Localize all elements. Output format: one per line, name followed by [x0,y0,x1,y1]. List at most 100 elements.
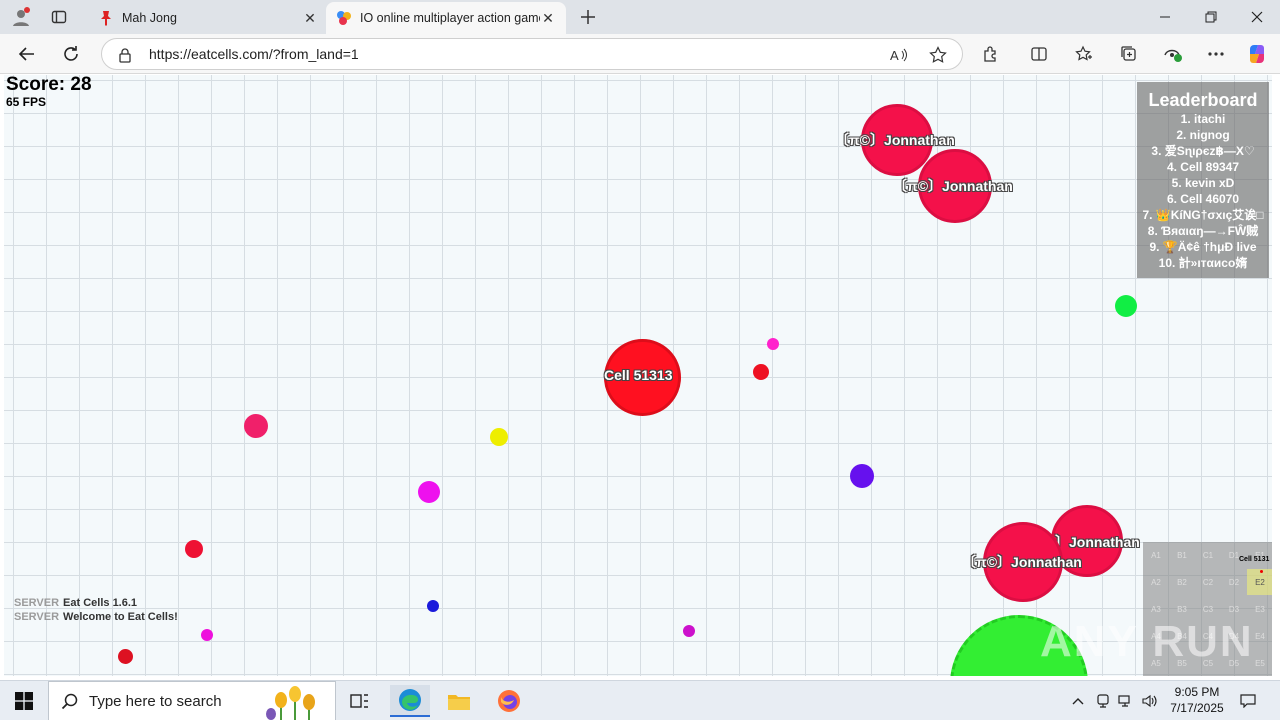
collections-icon[interactable] [1117,42,1141,66]
volume-icon[interactable] [1140,693,1160,709]
more-options-icon[interactable] [1204,42,1228,66]
chat-text: Eat Cells 1.6.1 [63,597,138,609]
chat-text: Welcome to Eat Cells! [63,611,178,623]
enemy-cell-name: 〔π©〕Jonnathan [893,178,1013,194]
minimap-cell: D1 [1228,550,1240,560]
address-bar[interactable]: https://eatcells.com/?from_land=1 A [101,38,963,70]
leaderboard-entry: 1. itachi [1180,112,1226,126]
leaderboard-entry: 10. 計»ıтαиco媠 [1158,256,1248,270]
windows-start-icon[interactable] [0,681,48,720]
extensions-icon[interactable] [979,42,1003,66]
leaderboard-entry: 4. Cell 89347 [1166,160,1240,174]
clock-date: 7/17/2025 [1170,701,1224,715]
screen: Mah Jong ✕ IO online multiplayer action … [0,0,1280,720]
favorites-icon[interactable] [1072,42,1096,66]
leaderboard-entry: 9. 🏆Ä¢ê †hμĐ live [1149,240,1257,254]
enemy-cell-name: 〕Jonnathan [1055,534,1140,550]
minimap-cell: D2 [1228,577,1240,587]
leaderboard-entry: 7. 👑KíNG†σxıç艾诶□ [1142,208,1264,222]
tab-title: Mah Jong [122,11,177,25]
chat-sender: SERVER [14,597,60,609]
tab-io-game[interactable]: IO online multiplayer action game ✕ [326,2,566,34]
food-pellet [244,414,268,438]
taskbar-search-box[interactable]: Type here to search [48,681,336,720]
search-placeholder: Type here to search [89,693,222,710]
profile-icon[interactable] [8,5,34,29]
leaderboard-title: Leaderboard [1148,90,1258,110]
food-pellet [753,364,769,380]
taskbar-clock[interactable]: 9:05 PM 7/17/2025 [1162,684,1232,716]
food-pellet [427,600,439,612]
fps-text: 65 FPS [6,95,47,109]
game-favicon-icon [336,10,352,26]
edge-app-icon[interactable] [390,685,430,717]
read-aloud-icon[interactable]: A [888,45,910,65]
score-text: Score: 28 [6,75,92,95]
search-icon [61,693,79,716]
chat-sender: SERVER [14,611,60,623]
minimap-cell: A1 [1151,550,1161,560]
back-icon[interactable] [12,40,42,68]
browser-toolbar: https://eatcells.com/?from_land=1 A [0,34,1280,74]
taskbar: Type here to search 9:05 PM 7/17/2025 [0,680,1280,720]
browser-tab-bar: Mah Jong ✕ IO online multiplayer action … [0,0,1280,34]
firefox-icon[interactable] [489,685,529,717]
minimap-cell: B1 [1177,550,1187,560]
minimap-player-label: Cell 5131 [1239,556,1270,563]
close-window-icon[interactable] [1234,0,1280,34]
lock-icon[interactable] [118,47,132,68]
food-pellet [490,428,508,446]
leaderboard-panel: Leaderboard 1. itachi 2. nignog 3. 爱Sɳıρ… [1137,82,1269,278]
food-pellet [683,625,695,637]
food-pellet [1115,295,1137,317]
copilot-icon[interactable] [1245,42,1269,66]
leaderboard-entry: 5. kevin xD [1171,176,1235,190]
minimap-cell: E1 [1255,550,1265,560]
minimap-player-dot [1260,570,1263,573]
minimap-cell: C1 [1202,550,1214,560]
enemy-cell-name: 〔π©〕Jonnathan [962,554,1082,570]
watermark-logo: ANY RUN [1040,617,1254,666]
tulip-decoration-icon [261,684,331,720]
restore-icon[interactable] [1188,0,1234,34]
food-pellet [850,464,874,488]
task-view-icon[interactable] [340,685,380,717]
minimap-cell: A2 [1151,577,1161,587]
close-tab-icon[interactable]: ✕ [540,10,556,26]
chat-log: SERVER Eat Cells 1.6.1 SERVER Welcome to E… [14,596,178,624]
leaderboard-entry: 6. Cell 46070 [1166,192,1240,206]
player-cell-name: Cell 51313 [604,367,673,383]
svg-text:A: A [890,48,899,63]
tab-mah-jong[interactable]: Mah Jong [88,2,326,34]
performance-icon[interactable] [1161,42,1185,66]
minimap-cell: B2 [1177,577,1187,587]
leaderboard-entry: 2. nignog [1176,128,1230,142]
leaderboard-entry: 3. 爱Sɳıρєz฿—X♡ [1151,144,1255,158]
favorite-star-icon[interactable] [927,45,949,65]
tab-actions-icon[interactable] [46,5,72,29]
network-icon[interactable] [1116,693,1136,709]
food-pellet [418,481,440,503]
pin-icon [98,10,114,26]
chat-message: SERVER Eat Cells 1.6.1 [14,596,178,610]
notification-icon[interactable] [1238,693,1258,709]
split-screen-icon[interactable] [1027,42,1051,66]
food-pellet [118,649,133,664]
enemy-cell-name: 〔π©〕Jonnathan [835,132,955,148]
minimize-icon[interactable] [1142,0,1188,34]
chevron-up-icon[interactable] [1068,693,1088,709]
file-explorer-icon[interactable] [439,685,479,717]
device-icon[interactable] [1093,693,1113,709]
food-pellet [201,629,213,641]
leaderboard-entry: 8. Ɓяαιαŋ—→FŴ贼 [1147,224,1259,238]
clock-time: 9:05 PM [1174,685,1220,699]
close-tab-icon[interactable]: ✕ [302,10,318,26]
refresh-icon[interactable] [56,40,86,68]
minimap-cell-current: E2 [1247,569,1272,595]
url-text[interactable]: https://eatcells.com/?from_land=1 [149,46,359,62]
food-pellet [185,540,203,558]
game-canvas[interactable]: Score: 28 65 FPS Cell 51313 〔π©〕Jonnatha… [4,75,1272,676]
new-tab-icon[interactable] [575,5,601,29]
tab-title: IO online multiplayer action game [360,11,540,25]
chat-message: SERVER Welcome to Eat Cells! [14,610,178,624]
